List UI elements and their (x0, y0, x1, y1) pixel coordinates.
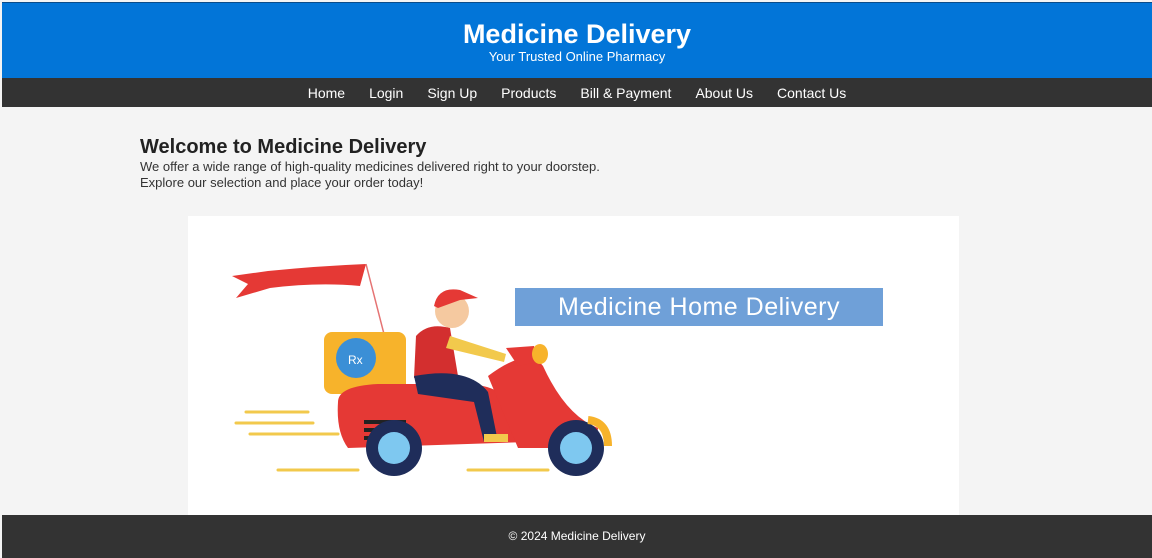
hero-banner: Medicine Home Delivery (515, 288, 883, 326)
site-header: Medicine Delivery Your Trusted Online Ph… (2, 2, 1152, 79)
flag-pole (365, 263, 385, 335)
page: Medicine Delivery Your Trusted Online Ph… (2, 2, 1152, 558)
rider-shirt (414, 326, 458, 378)
nav-products[interactable]: Products (501, 85, 556, 101)
hero-image: Rx Medicine Home Delivery (188, 216, 959, 516)
site-tagline: Your Trusted Online Pharmacy (488, 49, 666, 64)
site-title: Medicine Delivery (462, 19, 692, 49)
main-nav: Home Login Sign Up Products Bill & Payme… (2, 78, 1152, 107)
nav-home[interactable]: Home (308, 85, 345, 101)
welcome-line-2: Explore our selection and place your ord… (140, 175, 424, 190)
nav-sign-up[interactable]: Sign Up (427, 85, 477, 101)
welcome-heading: Welcome to Medicine Delivery (140, 136, 427, 158)
site-footer: © 2024 Medicine Delivery (2, 515, 1152, 558)
nav-login[interactable]: Login (369, 85, 403, 101)
delivery-scooter-illustration: Rx (232, 263, 612, 476)
footer-copyright: © 2024 Medicine Delivery (508, 529, 646, 543)
nav-contact-us[interactable]: Contact Us (777, 85, 846, 101)
flag (232, 264, 366, 298)
nav-about-us[interactable]: About Us (695, 85, 753, 101)
welcome-section: Welcome to Medicine Delivery We offer a … (140, 135, 840, 191)
rx-label: Rx (348, 353, 363, 367)
nav-bill-payment[interactable]: Bill & Payment (580, 85, 671, 101)
welcome-line-1: We offer a wide range of high-quality me… (140, 159, 600, 174)
